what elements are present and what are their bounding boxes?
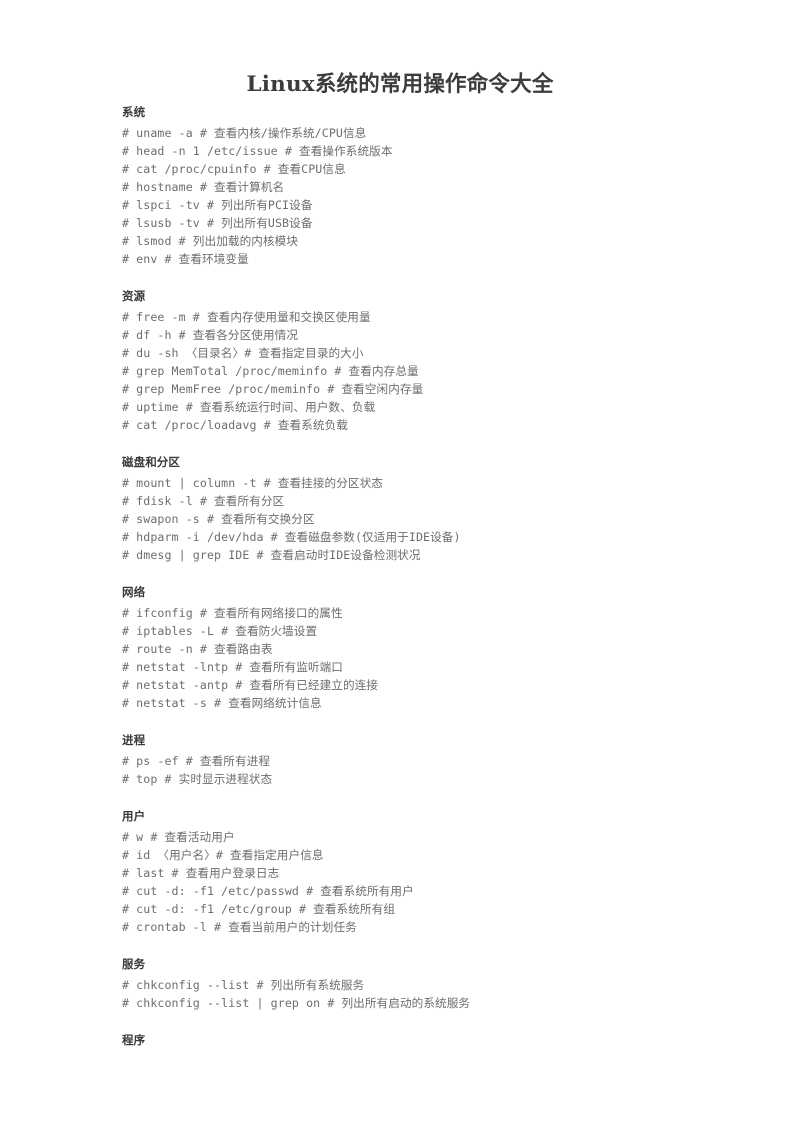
command-line: # top # 实时显示进程状态	[122, 772, 273, 786]
command-line: # hdparm -i /dev/hda # 查看磁盘参数(仅适用于IDE设备)	[122, 530, 461, 544]
document-page: Linux系统的常用操作命令大全 系统 # uname -a # 查看内核/操作系…	[0, 0, 800, 1131]
command-line: # head -n 1 /etc/issue # 查看操作系统版本	[122, 144, 393, 158]
section-heading: 资源	[122, 289, 146, 303]
command-line: # ps -ef # 查看所有进程	[122, 754, 271, 768]
command-list: # ifconfig # 查看所有网络接口的属性 # iptables -L # …	[122, 604, 742, 712]
command-section: 程序	[122, 1033, 742, 1048]
command-line: # iptables -L # 查看防火墙设置	[122, 624, 318, 638]
command-line: # df -h # 查看各分区使用情况	[122, 328, 299, 342]
command-line: # dmesg | grep IDE # 查看启动时IDE设备检测状况	[122, 548, 421, 562]
command-line: # cut -d: -f1 /etc/passwd # 查看系统所有用户	[122, 884, 414, 898]
command-line: # chkconfig --list # 列出所有系统服务	[122, 978, 365, 992]
command-line: # fdisk -l # 查看所有分区	[122, 494, 285, 508]
document-body: 系统 # uname -a # 查看内核/操作系统/CPU信息 # head -n …	[122, 105, 742, 1052]
command-line: # netstat -s # 查看网络统计信息	[122, 696, 322, 710]
command-line: # grep MemTotal /proc/meminfo # 查看内存总量	[122, 364, 419, 378]
command-line: # swapon -s # 查看所有交换分区	[122, 512, 315, 526]
command-section: 资源 # free -m # 查看内存使用量和交换区使用量 # df -h # 查看…	[122, 289, 742, 434]
command-line: # cat /proc/loadavg # 查看系统负载	[122, 418, 348, 432]
section-heading: 进程	[122, 733, 146, 747]
command-line: # lsmod # 列出加载的内核模块	[122, 234, 299, 248]
command-line: # netstat -lntp # 查看所有监听端口	[122, 660, 343, 674]
section-heading: 程序	[122, 1033, 146, 1047]
section-heading: 网络	[122, 585, 146, 599]
command-section: 磁盘和分区 # mount | column -t # 查看挂接的分区状态 # fd…	[122, 455, 742, 564]
command-line: # crontab -l # 查看当前用户的计划任务	[122, 920, 357, 934]
command-line: # uname -a # 查看内核/操作系统/CPU信息	[122, 126, 367, 140]
command-section: 服务 # chkconfig --list # 列出所有系统服务 # chkconf…	[122, 957, 742, 1012]
command-section: 进程 # ps -ef # 查看所有进程 # top # 实时显示进程状态	[122, 733, 742, 788]
command-list: # chkconfig --list # 列出所有系统服务 # chkconfig…	[122, 976, 742, 1012]
section-heading: 服务	[122, 957, 146, 971]
page-title: Linux系统的常用操作命令大全	[246, 72, 554, 98]
command-list: # w # 查看活动用户 # id 〈用户名〉# 查看指定用户信息 # last #…	[122, 828, 742, 936]
section-heading: 磁盘和分区	[122, 455, 180, 469]
command-line: # du -sh 〈目录名〉# 查看指定目录的大小	[122, 346, 364, 360]
command-line: # free -m # 查看内存使用量和交换区使用量	[122, 310, 371, 324]
command-line: # hostname # 查看计算机名	[122, 180, 285, 194]
command-line: # cat /proc/cpuinfo # 查看CPU信息	[122, 162, 346, 176]
command-line: # cut -d: -f1 /etc/group # 查看系统所有组	[122, 902, 396, 916]
section-heading: 系统	[122, 105, 146, 119]
command-list: # free -m # 查看内存使用量和交换区使用量 # df -h # 查看各分…	[122, 308, 742, 434]
command-list: # mount | column -t # 查看挂接的分区状态 # fdisk -…	[122, 474, 742, 564]
command-line: # ifconfig # 查看所有网络接口的属性	[122, 606, 343, 620]
command-line: # grep MemFree /proc/meminfo # 查看空闲内存量	[122, 382, 424, 396]
command-line: # env # 查看环境变量	[122, 252, 249, 266]
command-line: # w # 查看活动用户	[122, 830, 235, 844]
command-line: # uptime # 查看系统运行时间、用户数、负载	[122, 400, 376, 414]
command-line: # chkconfig --list | grep on # 列出所有启动的系统…	[122, 996, 471, 1010]
command-line: # netstat -antp # 查看所有已经建立的连接	[122, 678, 379, 692]
command-section: 网络 # ifconfig # 查看所有网络接口的属性 # iptables -L …	[122, 585, 742, 712]
command-list: # ps -ef # 查看所有进程 # top # 实时显示进程状态	[122, 752, 742, 788]
command-line: # lsusb -tv # 列出所有USB设备	[122, 216, 313, 230]
section-heading: 用户	[122, 809, 146, 823]
command-line: # last # 查看用户登录日志	[122, 866, 280, 880]
command-list: # uname -a # 查看内核/操作系统/CPU信息 # head -n 1 …	[122, 124, 742, 268]
command-section: 系统 # uname -a # 查看内核/操作系统/CPU信息 # head -n …	[122, 105, 742, 268]
command-line: # route -n # 查看路由表	[122, 642, 273, 656]
command-line: # lspci -tv # 列出所有PCI设备	[122, 198, 313, 212]
command-section: 用户 # w # 查看活动用户 # id 〈用户名〉# 查看指定用户信息 # last…	[122, 809, 742, 936]
command-line: # id 〈用户名〉# 查看指定用户信息	[122, 848, 324, 862]
command-line: # mount | column -t # 查看挂接的分区状态	[122, 476, 384, 490]
